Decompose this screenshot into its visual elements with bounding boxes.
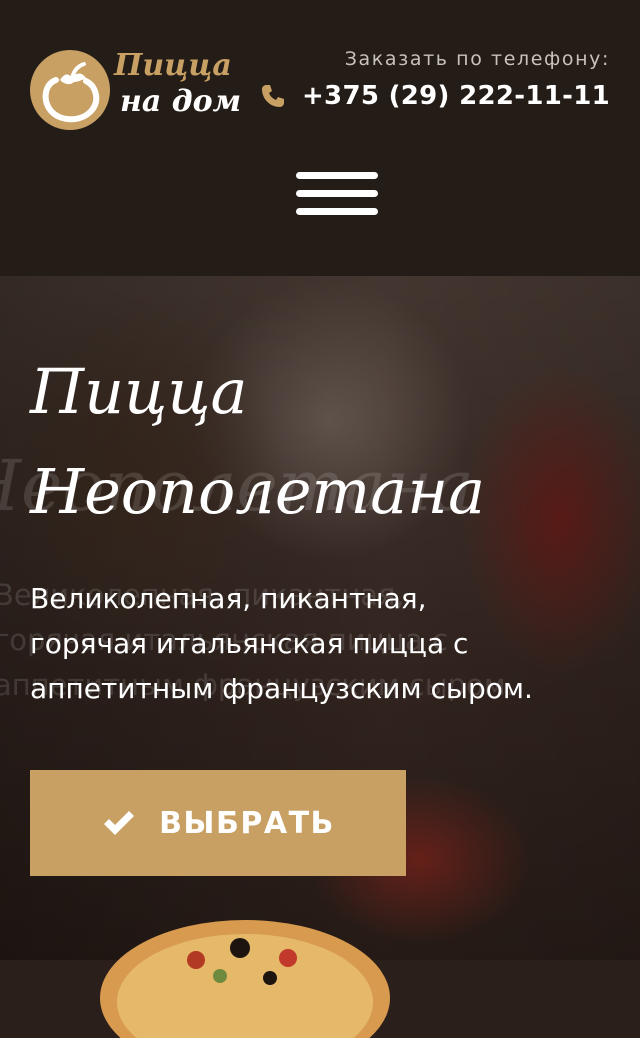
phone-label: Заказать по телефону:: [344, 48, 610, 70]
hamburger-menu-icon[interactable]: [296, 172, 378, 220]
site-header: Пицца на дом Заказать по телефону: +375 …: [0, 0, 640, 276]
hero-description-line: горячая итальянская пицца с: [30, 627, 469, 660]
choose-button[interactable]: ВЫБРАТЬ: [30, 770, 406, 876]
menu-bar: [296, 172, 378, 179]
hero-title: Пицца Неополетана: [30, 342, 620, 542]
pizza-image: [100, 920, 390, 1038]
site-logo[interactable]: Пицца на дом: [30, 48, 260, 138]
checkmark-icon: [104, 811, 135, 835]
phone-icon: [261, 85, 284, 107]
logo-text-delivery: на дом: [120, 84, 242, 119]
choose-button-label: ВЫБРАТЬ: [159, 805, 335, 841]
hero-description: Великолепная, пикантная, горячая итальян…: [30, 576, 620, 711]
menu-bar: [296, 190, 378, 197]
tomato-logo-icon: [30, 50, 110, 130]
hero-description-line: Великолепная, пикантная,: [30, 582, 427, 615]
hero-description-line: аппетитным французским сыром.: [30, 672, 533, 705]
menu-bar: [296, 208, 378, 215]
phone-number[interactable]: +375 (29) 222-11-11: [302, 81, 610, 111]
phone-link[interactable]: +375 (29) 222-11-11: [260, 78, 610, 114]
logo-text-pizza: Пицца: [114, 48, 232, 83]
hero-title-line: Неополетана: [30, 455, 486, 528]
hero-title-line: Пицца: [30, 355, 248, 428]
